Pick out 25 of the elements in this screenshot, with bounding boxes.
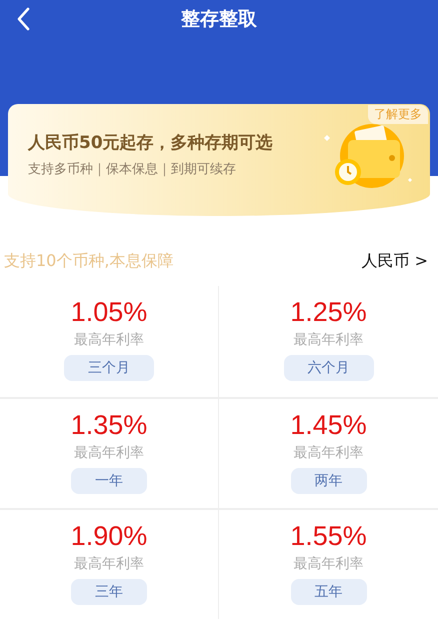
term-tag[interactable]: 三年 (71, 579, 147, 605)
interest-rate: 1.25% (290, 296, 367, 328)
currency-selector[interactable]: 人民币 > (362, 250, 428, 272)
currency-note: 支持10个币种,本息保障 (4, 250, 174, 272)
promo-banner[interactable]: 了解更多 人民币50元起存，多种存期可选 支持多币种｜保本保息｜到期可续存 (8, 104, 430, 216)
rate-label: 最高年利率 (74, 331, 144, 349)
page-title: 整存整取 (181, 7, 257, 32)
term-tag[interactable]: 三个月 (64, 355, 154, 381)
interest-rate: 1.45% (290, 409, 367, 441)
rate-label: 最高年利率 (294, 331, 364, 349)
term-tag[interactable]: 一年 (71, 468, 147, 494)
interest-rate: 1.55% (290, 520, 367, 552)
term-tag[interactable]: 两年 (290, 468, 366, 494)
rate-label: 最高年利率 (294, 444, 364, 462)
rate-label: 最高年利率 (74, 555, 144, 573)
back-icon[interactable] (16, 7, 30, 31)
banner-subline: 支持多币种｜保本保息｜到期可续存 (28, 160, 237, 178)
banner-headline: 人民币50元起存，多种存期可选 (28, 132, 273, 154)
term-tag[interactable]: 五年 (290, 579, 366, 605)
interest-rate: 1.90% (70, 520, 148, 552)
interest-rate: 1.35% (70, 409, 148, 441)
rate-label: 最高年利率 (74, 444, 144, 462)
term-tag[interactable]: 六个月 (284, 355, 374, 381)
interest-rate: 1.05% (70, 296, 148, 328)
rate-label: 最高年利率 (294, 555, 364, 573)
